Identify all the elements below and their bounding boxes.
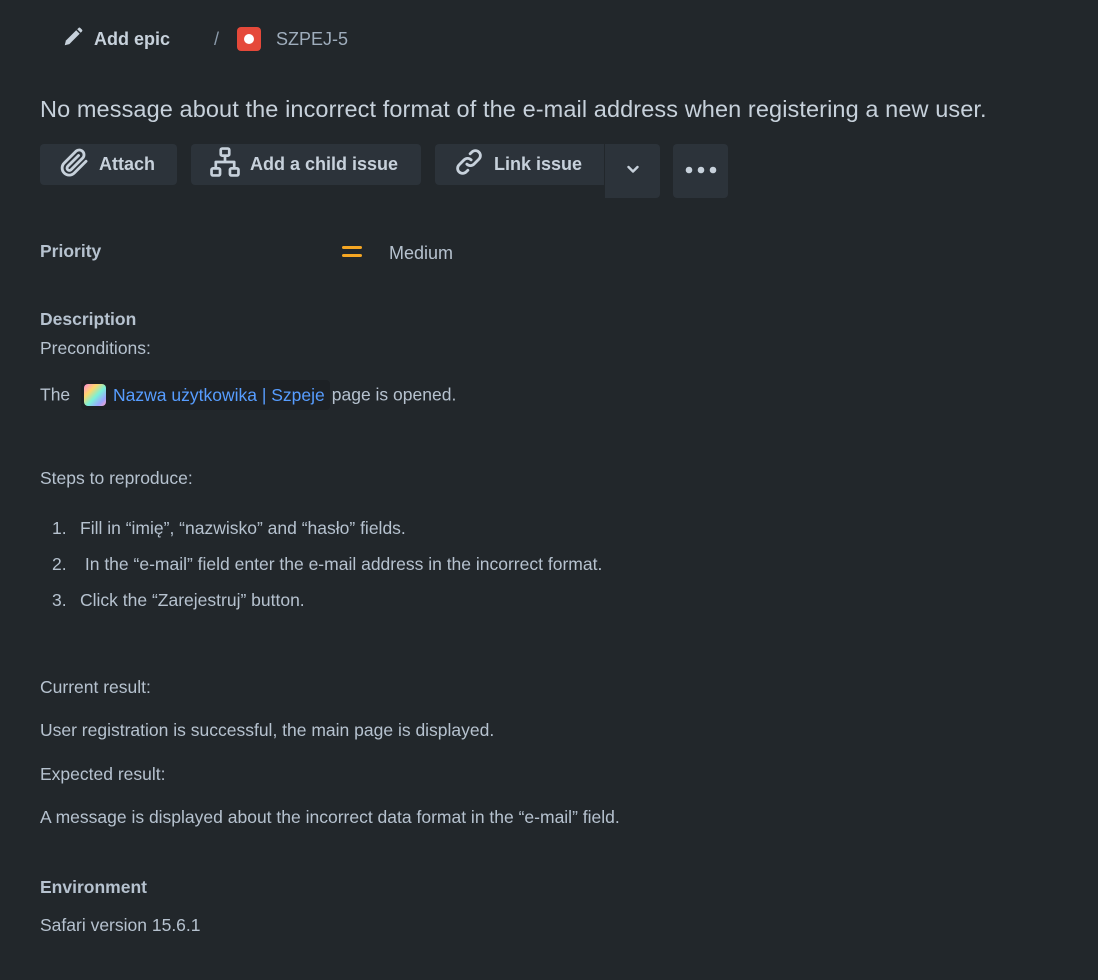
current-result-heading: Current result:	[40, 677, 151, 697]
list-item: 2. In the “e-mail” field enter the e-mai…	[52, 554, 602, 575]
paperclip-icon	[57, 145, 91, 184]
more-actions-button[interactable]	[673, 144, 728, 198]
more-icon	[684, 162, 718, 180]
step-number: 2.	[52, 554, 67, 574]
site-favicon-icon	[84, 384, 107, 406]
preconditions-heading: Preconditions:	[40, 338, 151, 358]
pencil-icon	[62, 26, 84, 53]
priority-label: Priority	[40, 241, 102, 261]
issue-title[interactable]: No message about the incorrect format of…	[40, 96, 987, 123]
breadcrumb-separator: /	[214, 28, 220, 49]
add-epic-button[interactable]: Add epic	[62, 26, 170, 53]
description-label: Description	[40, 309, 137, 329]
issue-view: Add epic / SZPEJ-5 No message about the …	[0, 0, 1098, 980]
link-issue-button[interactable]: Link issue	[435, 144, 604, 185]
expected-result-text: A message is displayed about the incorre…	[40, 807, 620, 827]
smart-link-text: Nazwa użytkowika | Szpeje	[113, 384, 325, 405]
steps-heading: Steps to reproduce:	[40, 468, 193, 488]
link-issue-label: Link issue	[494, 154, 583, 174]
link-issue-dropdown-button[interactable]	[605, 144, 660, 198]
breadcrumb: Add epic / SZPEJ-5	[62, 24, 348, 54]
bug-icon	[237, 27, 262, 51]
list-item: 3. Click the “Zarejestruj” button.	[52, 590, 305, 611]
step-text: In the “e-mail” field enter the e-mail a…	[80, 554, 603, 574]
add-child-issue-button[interactable]: Add a child issue	[191, 144, 421, 185]
expected-result-heading: Expected result:	[40, 764, 166, 784]
environment-label: Environment	[40, 877, 147, 897]
child-issue-icon	[208, 145, 242, 184]
issue-key-link[interactable]: SZPEJ-5	[276, 29, 348, 50]
current-result-text: User registration is successful, the mai…	[40, 720, 495, 740]
priority-medium-icon	[341, 242, 389, 265]
page-smart-link[interactable]: Nazwa użytkowika | Szpeje	[81, 380, 330, 410]
attach-button[interactable]: Attach	[40, 144, 177, 185]
precondition-line: The Nazwa użytkowika | Szpeje page is op…	[40, 380, 457, 411]
priority-field[interactable]: Medium	[341, 242, 453, 265]
add-epic-label: Add epic	[94, 28, 171, 49]
precondition-prefix: The	[40, 384, 71, 405]
link-icon	[452, 145, 486, 184]
priority-value: Medium	[389, 243, 454, 263]
step-text: Fill in “imię”, “nazwisko” and “hasło” f…	[80, 518, 406, 538]
step-number: 3.	[52, 590, 67, 610]
attach-label: Attach	[99, 154, 156, 174]
add-child-label: Add a child issue	[250, 154, 399, 174]
precondition-suffix: page is opened.	[331, 384, 457, 405]
step-number: 1.	[52, 518, 67, 538]
list-item: 1. Fill in “imię”, “nazwisko” and “hasło”…	[52, 518, 406, 539]
chevron-down-icon	[625, 161, 641, 182]
step-text: Click the “Zarejestruj” button.	[80, 590, 305, 610]
environment-value[interactable]: Safari version 15.6.1	[40, 915, 201, 936]
